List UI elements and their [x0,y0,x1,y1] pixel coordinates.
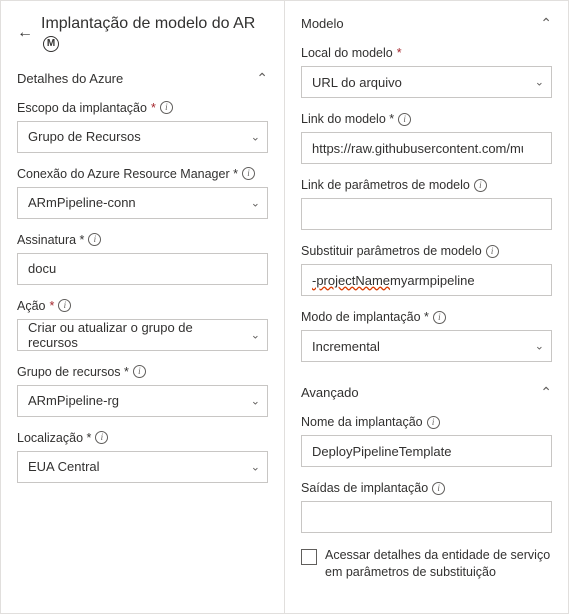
left-panel: ← Implantação de modelo do AR M Detalhes … [0,0,285,614]
deployment-name-input[interactable] [301,435,552,467]
action-select[interactable]: Criar ou atualizar o grupo de recursos [17,319,268,351]
access-spn-label: Acessar detalhes da entidade de serviço … [325,547,552,581]
override-params-label: Substituir parâmetros de modelo [301,244,482,258]
section-azure-details-label: Detalhes do Azure [17,71,123,86]
resource-group-label: Grupo de recursos * [17,365,129,379]
info-icon[interactable]: i [433,311,446,324]
title-badge: M [43,36,59,52]
required-icon: * [397,46,402,60]
subscription-label: Assinatura * [17,233,84,247]
template-location-label: Local do modelo [301,46,393,60]
section-azure-details[interactable]: Detalhes do Azure ⌃ [17,70,268,87]
outputs-input[interactable] [301,501,552,533]
section-template[interactable]: Modelo ⌃ [301,15,552,32]
chevron-up-icon: ⌃ [540,15,552,32]
right-panel: Modelo ⌃ Local do modelo * URL do arquiv… [285,0,569,614]
info-icon[interactable]: i [242,167,255,180]
template-location-select[interactable]: URL do arquivo [301,66,552,98]
section-template-label: Modelo [301,16,344,31]
deploy-mode-label: Modo de implantação * [301,310,429,324]
template-link-input[interactable] [301,132,552,164]
info-icon[interactable]: i [160,101,173,114]
info-icon[interactable]: i [486,245,499,258]
section-advanced-label: Avançado [301,385,359,400]
resource-group-select[interactable]: ARmPipeline-rg [17,385,268,417]
back-arrow-icon[interactable]: ← [17,25,33,41]
info-icon[interactable]: i [58,299,71,312]
subscription-input[interactable] [17,253,268,285]
section-advanced[interactable]: Avançado ⌃ [301,384,552,401]
info-icon[interactable]: i [432,482,445,495]
info-icon[interactable]: i [398,113,411,126]
location-select[interactable]: EUA Central [17,451,268,483]
outputs-label: Saídas de implantação [301,481,428,495]
action-label: Ação [17,299,46,313]
param-link-label: Link de parâmetros de modelo [301,178,470,192]
chevron-up-icon: ⌃ [540,384,552,401]
required-icon: * [50,299,55,313]
page-title-text: Implantação de modelo do AR [41,15,255,32]
info-icon[interactable]: i [95,431,108,444]
page-title: Implantação de modelo do AR M [41,15,268,52]
chevron-up-icon: ⌃ [256,70,268,87]
override-params-input[interactable]: -projectName myarmpipeline [301,264,552,296]
info-icon[interactable]: i [474,179,487,192]
info-icon[interactable]: i [133,365,146,378]
required-icon: * [151,101,156,115]
arm-connection-label: Conexão do Azure Resource Manager * [17,167,238,181]
access-spn-checkbox[interactable] [301,549,317,565]
template-link-label: Link do modelo * [301,112,394,126]
location-label: Localização * [17,431,91,445]
deployment-name-label: Nome da implantação [301,415,423,429]
info-icon[interactable]: i [88,233,101,246]
arm-connection-select[interactable]: ARmPipeline-conn [17,187,268,219]
deploy-mode-select[interactable]: Incremental [301,330,552,362]
scope-label: Escopo da implantação [17,101,147,115]
scope-select[interactable]: Grupo de Recursos [17,121,268,153]
info-icon[interactable]: i [427,416,440,429]
param-link-input[interactable] [301,198,552,230]
